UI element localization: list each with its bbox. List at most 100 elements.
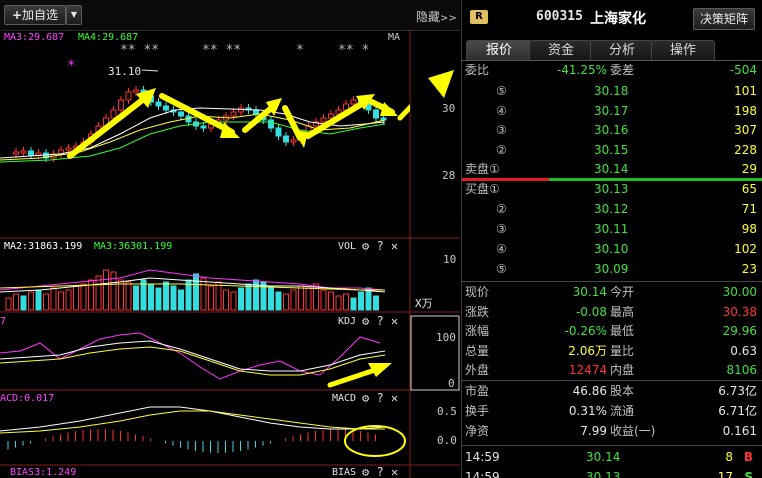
sell-level-volume: 198: [734, 103, 757, 118]
fundamental-label: 收益(一): [610, 424, 656, 438]
quote-label: 量比: [610, 343, 635, 358]
candle: [380, 117, 387, 121]
help-icon[interactable]: ?: [376, 465, 383, 478]
arrow-heads: [136, 88, 398, 148]
decision-matrix-button[interactable]: 决策矩阵: [693, 8, 755, 30]
ma-line-white: [0, 107, 386, 159]
help-icon[interactable]: ?: [376, 239, 383, 253]
volume-bar: [245, 283, 252, 311]
chart-area[interactable]: +加自选 ▼ 隐藏>> MA3:29.687 MA4:29.687 MA 31.…: [0, 0, 460, 478]
candle: [230, 111, 237, 117]
volume-bar: [208, 285, 214, 311]
volume-bar: [20, 295, 27, 311]
stock-code: 600315: [536, 9, 583, 24]
candlestick-chart[interactable]: ** ** ** ** * ** * *: [0, 30, 410, 238]
close-icon[interactable]: ✕: [391, 314, 398, 328]
sell-level-price: 30.14: [594, 162, 629, 176]
ratio-label: 委比: [465, 63, 490, 77]
sell-level-label: ④: [496, 103, 507, 118]
fundamental-value: 0.161: [722, 424, 757, 438]
vol-ma-line-white: [0, 277, 386, 293]
quote-value: 12474: [568, 363, 607, 377]
sell-level-row: ⑤ 30.18 101: [462, 82, 762, 101]
kdj-tick-100: 100: [436, 331, 456, 344]
candle: [35, 152, 42, 156]
gear-icon[interactable]: ⚙: [362, 391, 369, 405]
buy-level-price: 30.09: [594, 262, 629, 276]
volume-bar: [230, 291, 237, 311]
help-icon[interactable]: ?: [376, 314, 383, 328]
volume-bar: [163, 281, 169, 311]
buy-level-volume: 71: [741, 202, 757, 216]
quote-label: 涨跌: [465, 304, 490, 319]
gear-icon[interactable]: ⚙: [362, 314, 369, 328]
tab-operation[interactable]: 操作: [651, 40, 715, 61]
gear-icon[interactable]: ⚙: [362, 465, 369, 478]
buy-level-price: 30.11: [594, 222, 629, 236]
vol-ma-line-magenta: [0, 269, 386, 291]
fundamental-label: 流通: [610, 404, 635, 418]
stock-name: 上海家化: [590, 11, 646, 27]
volume-bar: [58, 291, 64, 311]
sell-level-volume: 101: [734, 84, 757, 98]
quote-label: 今开: [610, 285, 635, 299]
signal-stars: ** **: [202, 43, 241, 58]
buy-level-label: ④: [496, 242, 507, 256]
help-icon[interactable]: ?: [376, 391, 383, 405]
quote-label: 最高: [610, 304, 635, 319]
candle: [28, 150, 34, 156]
fundamental-value: 6.71亿: [718, 404, 757, 418]
sell-level-price: 30.18: [594, 84, 629, 98]
volume-bar: [5, 297, 12, 311]
fundamental-value: 7.99: [580, 424, 607, 438]
signal-stars: ** *: [338, 43, 369, 58]
quote-value: 30.38: [722, 304, 757, 319]
macd-chart[interactable]: [0, 391, 410, 465]
candle: [133, 89, 139, 93]
candle: [110, 109, 117, 119]
volume-bar: [73, 285, 79, 311]
sell-level-price: 30.17: [594, 103, 629, 118]
buy-level-volume: 102: [734, 242, 757, 256]
macd-panel-controls: ⚙ ? ✕: [362, 392, 398, 404]
quote-label: 总量: [465, 343, 490, 358]
quote-row: 涨幅 -0.26% 最低 29.96: [462, 322, 762, 341]
tab-quote[interactable]: 报价: [466, 40, 532, 61]
kdj-chart[interactable]: [0, 313, 410, 389]
candle: [13, 151, 19, 155]
buy-level-volume: 98: [741, 222, 757, 236]
volume-bar: [343, 293, 349, 311]
candle: [283, 135, 289, 143]
quote-row: 现价 30.14 今开 30.00: [462, 283, 762, 302]
quote-row: 总量 2.06万 量比 0.63: [462, 342, 762, 361]
candle: [373, 109, 379, 119]
gear-icon[interactable]: ⚙: [362, 239, 369, 253]
diff-label: 委差: [610, 63, 635, 77]
bias-indicator-name: BIAS: [332, 467, 357, 478]
buy-level-price: 30.12: [594, 202, 629, 216]
quote-label: 内盘: [610, 363, 635, 377]
quote-value: 0.63: [730, 343, 757, 358]
tick-row: 14:59 30.13 17 S: [462, 468, 762, 478]
volume-bar: [155, 287, 162, 311]
tab-funds[interactable]: 资金: [529, 40, 593, 61]
volume-bar: [125, 281, 132, 311]
volume-bar: [193, 273, 199, 311]
close-icon[interactable]: ✕: [391, 391, 398, 405]
close-icon[interactable]: ✕: [391, 465, 398, 478]
quote-panel: R 600315 上海家化 决策矩阵 报价 资金 分析 操作 委比 -41.25…: [461, 0, 762, 478]
quote-value: 30.14: [572, 285, 607, 299]
buy-level-label: ③: [496, 222, 507, 236]
candle: [65, 147, 72, 151]
tick-time: 14:59: [465, 450, 500, 464]
sell-level-row: 卖盘① 30.14 29: [462, 160, 762, 179]
volume-bar: [313, 283, 319, 311]
volume-chart[interactable]: [0, 252, 410, 312]
candle: [200, 125, 207, 129]
quote-value: 2.06万: [568, 343, 607, 358]
kdj-line-magenta: [0, 332, 381, 380]
fundamental-value: 6.73亿: [718, 384, 757, 398]
close-icon[interactable]: ✕: [391, 239, 398, 253]
volume-bar: [283, 293, 289, 311]
tab-analysis[interactable]: 分析: [590, 40, 654, 61]
